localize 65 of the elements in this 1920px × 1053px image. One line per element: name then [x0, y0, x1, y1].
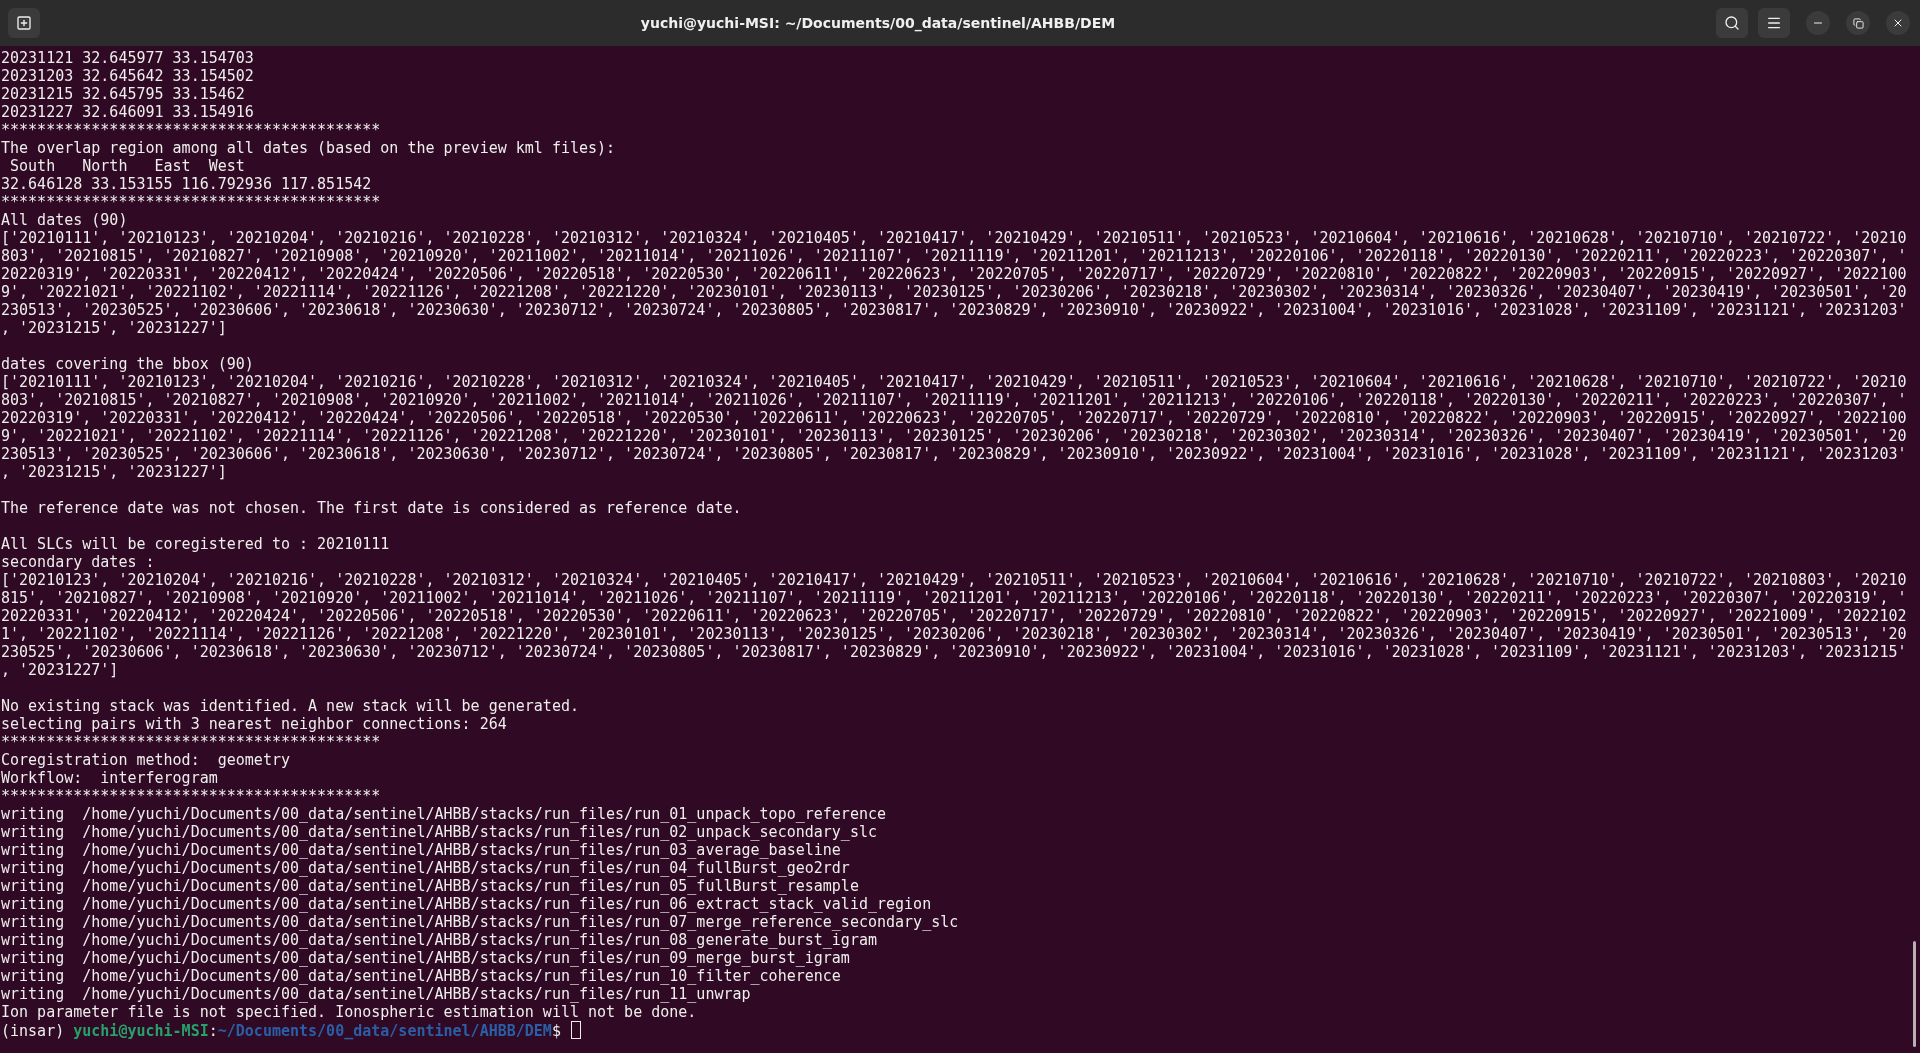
- terminal-line: , '20231215', '20231227']: [1, 463, 227, 481]
- terminal-line: 20231227 32.646091 33.154916: [1, 103, 254, 121]
- terminal-line: 20231215 32.645795 33.15462: [1, 85, 245, 103]
- terminal-line: ******************************************: [1, 121, 381, 139]
- terminal-line: 803', '20210815', '20210827', '20210908', '20210920', '20211002', '20211014', '20211026', '20211107', '20211119', '20211201', '20211213', '20220106', '20220118', '20220130', '20220211', '20220223', '20220307', ': [1, 391, 1907, 409]
- terminal-line: writing /home/yuchi/Documents/00_data/sentinel/AHBB/stacks/run_files/run_07_merge_reference_secondary_slc: [1, 913, 959, 931]
- terminal-line: writing /home/yuchi/Documents/00_data/sentinel/AHBB/stacks/run_files/run_11_unwrap: [1, 985, 751, 1003]
- text-cursor: [570, 1021, 581, 1039]
- terminal-line: All dates (90): [1, 211, 128, 229]
- terminal-line: ['20210123', '20210204', '20210216', '20210228', '20210312', '20210324', '20210405', '20210417', '20210429', '20210511', '20210523', '20210604', '20210616', '20210628', '20210710', '20210722', '20210803', '20210: [1, 571, 1907, 589]
- terminal-line: 20220319', '20220331', '20220412', '20220424', '20220506', '20220518', '20220530', '20220611', '20220623', '20220705', '20220717', '20220729', '20220810', '20220822', '20220903', '20220915', '20220927', '2022100: [1, 409, 1907, 427]
- terminal-line: writing /home/yuchi/Documents/00_data/sentinel/AHBB/stacks/run_files/run_04_fullBurst_geo2rdr: [1, 859, 850, 877]
- terminal-line: Coregistration method: geometry: [1, 751, 290, 769]
- terminal-line: writing /home/yuchi/Documents/00_data/sentinel/AHBB/stacks/run_files/run_08_generate_burst_igram: [1, 931, 877, 949]
- menu-button[interactable]: [1758, 8, 1790, 38]
- terminal-line: dates covering the bbox (90): [1, 355, 254, 373]
- terminal-line: 32.646128 33.153155 116.792936 117.851542: [1, 175, 372, 193]
- menu-icon: [1766, 15, 1782, 31]
- new-tab-icon: [16, 15, 32, 31]
- terminal-line: ******************************************: [1, 733, 381, 751]
- terminal-line: 20220319', '20220331', '20220412', '20220424', '20220506', '20220518', '20220530', '20220611', '20220623', '20220705', '20220717', '20220729', '20220810', '20220822', '20220903', '20220915', '20220927', '2022100: [1, 265, 1907, 283]
- terminal-line: writing /home/yuchi/Documents/00_data/sentinel/AHBB/stacks/run_files/run_05_fullBurst_resample: [1, 877, 859, 895]
- terminal-line: Workflow: interferogram: [1, 769, 218, 787]
- window-title: yuchi@yuchi-MSI: ~/Documents/00_data/sentinel/AHBB/DEM: [639, 15, 1117, 31]
- terminal-line: 1', '20221102', '20221114', '20221126', '20221208', '20221220', '20230101', '20230113', '20230125', '20230206', '20230218', '20230302', '20230314', '20230326', '20230407', '20230419', '20230501', '20230513', '20: [1, 625, 1907, 643]
- terminal-line: writing /home/yuchi/Documents/00_data/sentinel/AHBB/stacks/run_files/run_06_extract_stack_valid_region: [1, 895, 932, 913]
- terminal-line: 230513', '20230525', '20230606', '20230618', '20230630', '20230712', '20230724', '20230805', '20230817', '20230829', '20230910', '20230922', '20231004', '20231016', '20231028', '20231109', '20231121', '20231203': [1, 301, 1907, 319]
- terminal-line: 20231203 32.645642 33.154502: [1, 67, 254, 85]
- terminal-line: , '20231227']: [1, 661, 119, 679]
- terminal-line: Ion parameter file is not specified. Ionospheric estimation will not be done.: [1, 1003, 697, 1021]
- terminal-line: 20231121 32.645977 33.154703: [1, 49, 254, 67]
- terminal-line: South North East West: [9, 157, 245, 175]
- terminal-line: 230525', '20230606', '20230618', '20230630', '20230712', '20230724', '20230805', '20230817', '20230829', '20230910', '20230922', '20231004', '20231016', '20231028', '20231109', '20231121', '20231203', '20231215': [1, 643, 1907, 661]
- search-button[interactable]: [1716, 8, 1748, 38]
- terminal-line: 9', '20221021', '20221102', '20221114', '20221126', '20221208', '20221220', '20230101', '20230113', '20230125', '20230206', '20230218', '20230302', '20230314', '20230326', '20230407', '20230419', '20230501', '20: [1, 283, 1907, 301]
- terminal-line: 9', '20221021', '20221102', '20221114', '20221126', '20221208', '20221220', '20230101', '20230113', '20230125', '20230206', '20230218', '20230302', '20230314', '20230326', '20230407', '20230419', '20230501', '20: [1, 427, 1907, 445]
- terminal-line: writing /home/yuchi/Documents/00_data/sentinel/AHBB/stacks/run_files/run_09_merge_burst_igram: [1, 949, 850, 967]
- close-button[interactable]: [1886, 11, 1910, 35]
- scrollbar-thumb[interactable]: [1913, 941, 1916, 1047]
- terminal-line: 230513', '20230525', '20230606', '20230618', '20230630', '20230712', '20230724', '20230805', '20230817', '20230829', '20230910', '20230922', '20231004', '20231016', '20231028', '20231109', '20231121', '20231203': [1, 445, 1907, 463]
- minimize-button[interactable]: [1806, 11, 1830, 35]
- new-tab-button[interactable]: [8, 8, 40, 38]
- terminal-line: The overlap region among all dates (based on the preview kml files):: [1, 139, 616, 157]
- terminal-line: All SLCs will be coregistered to : 20210111: [1, 535, 390, 553]
- terminal-line: ['20210111', '20210123', '20210204', '20210216', '20210228', '20210312', '20210324', '20210405', '20210417', '20210429', '20210511', '20210523', '20210604', '20210616', '20210628', '20210710', '20210722', '20210: [1, 229, 1907, 247]
- terminal-line: writing /home/yuchi/Documents/00_data/sentinel/AHBB/stacks/run_files/run_10_filter_coherence: [1, 967, 841, 985]
- terminal-line: ******************************************: [1, 193, 381, 211]
- terminal-line: 803', '20210815', '20210827', '20210908', '20210920', '20211002', '20211014', '20211026', '20211107', '20211119', '20211201', '20211213', '20220106', '20220118', '20220130', '20220211', '20220223', '20220307', ': [1, 247, 1907, 265]
- terminal-line: The reference date was not chosen. The first date is considered as reference date.: [1, 499, 742, 517]
- terminal-line: writing /home/yuchi/Documents/00_data/sentinel/AHBB/stacks/run_files/run_03_average_baseline: [1, 841, 841, 859]
- terminal-line: ******************************************: [1, 787, 381, 805]
- shell-prompt: (insar) yuchi@yuchi-MSI:~/Documents/00_data/sentinel/AHBB/DEM$: [1, 1022, 562, 1040]
- terminal-line: 20220331', '20220412', '20220424', '20220506', '20220518', '20220530', '20220611', '20220623', '20220705', '20220717', '20220729', '20220810', '20220822', '20220903', '20220915', '20220927', '20221009', '2022102: [1, 607, 1907, 625]
- terminal-line: 815', '20210827', '20210908', '20210920', '20211002', '20211014', '20211026', '20211107', '20211119', '20211201', '20211213', '20220106', '20220118', '20220130', '20220211', '20220223', '20220307', '20220319', ': [1, 589, 1907, 607]
- terminal-line: ['20210111', '20210123', '20210204', '20210216', '20210228', '20210312', '20210324', '20210405', '20210417', '20210429', '20210511', '20210523', '20210604', '20210616', '20210628', '20210710', '20210722', '20210: [1, 373, 1907, 391]
- close-icon: [1892, 17, 1904, 29]
- terminal-line: writing /home/yuchi/Documents/00_data/sentinel/AHBB/stacks/run_files/run_02_unpack_secondary_slc: [1, 823, 877, 841]
- restore-button[interactable]: [1846, 11, 1870, 35]
- terminal-line: secondary dates :: [1, 553, 155, 571]
- terminal-line: writing /home/yuchi/Documents/00_data/sentinel/AHBB/stacks/run_files/run_01_unpack_topo_reference: [1, 805, 886, 823]
- restore-icon: [1852, 17, 1864, 29]
- terminal-line: , '20231215', '20231227']: [1, 319, 227, 337]
- search-icon: [1724, 15, 1740, 31]
- terminal-line: No existing stack was identified. A new stack will be generated.: [1, 697, 579, 715]
- terminal-line: selecting pairs with 3 nearest neighbor connections: 264: [1, 715, 507, 733]
